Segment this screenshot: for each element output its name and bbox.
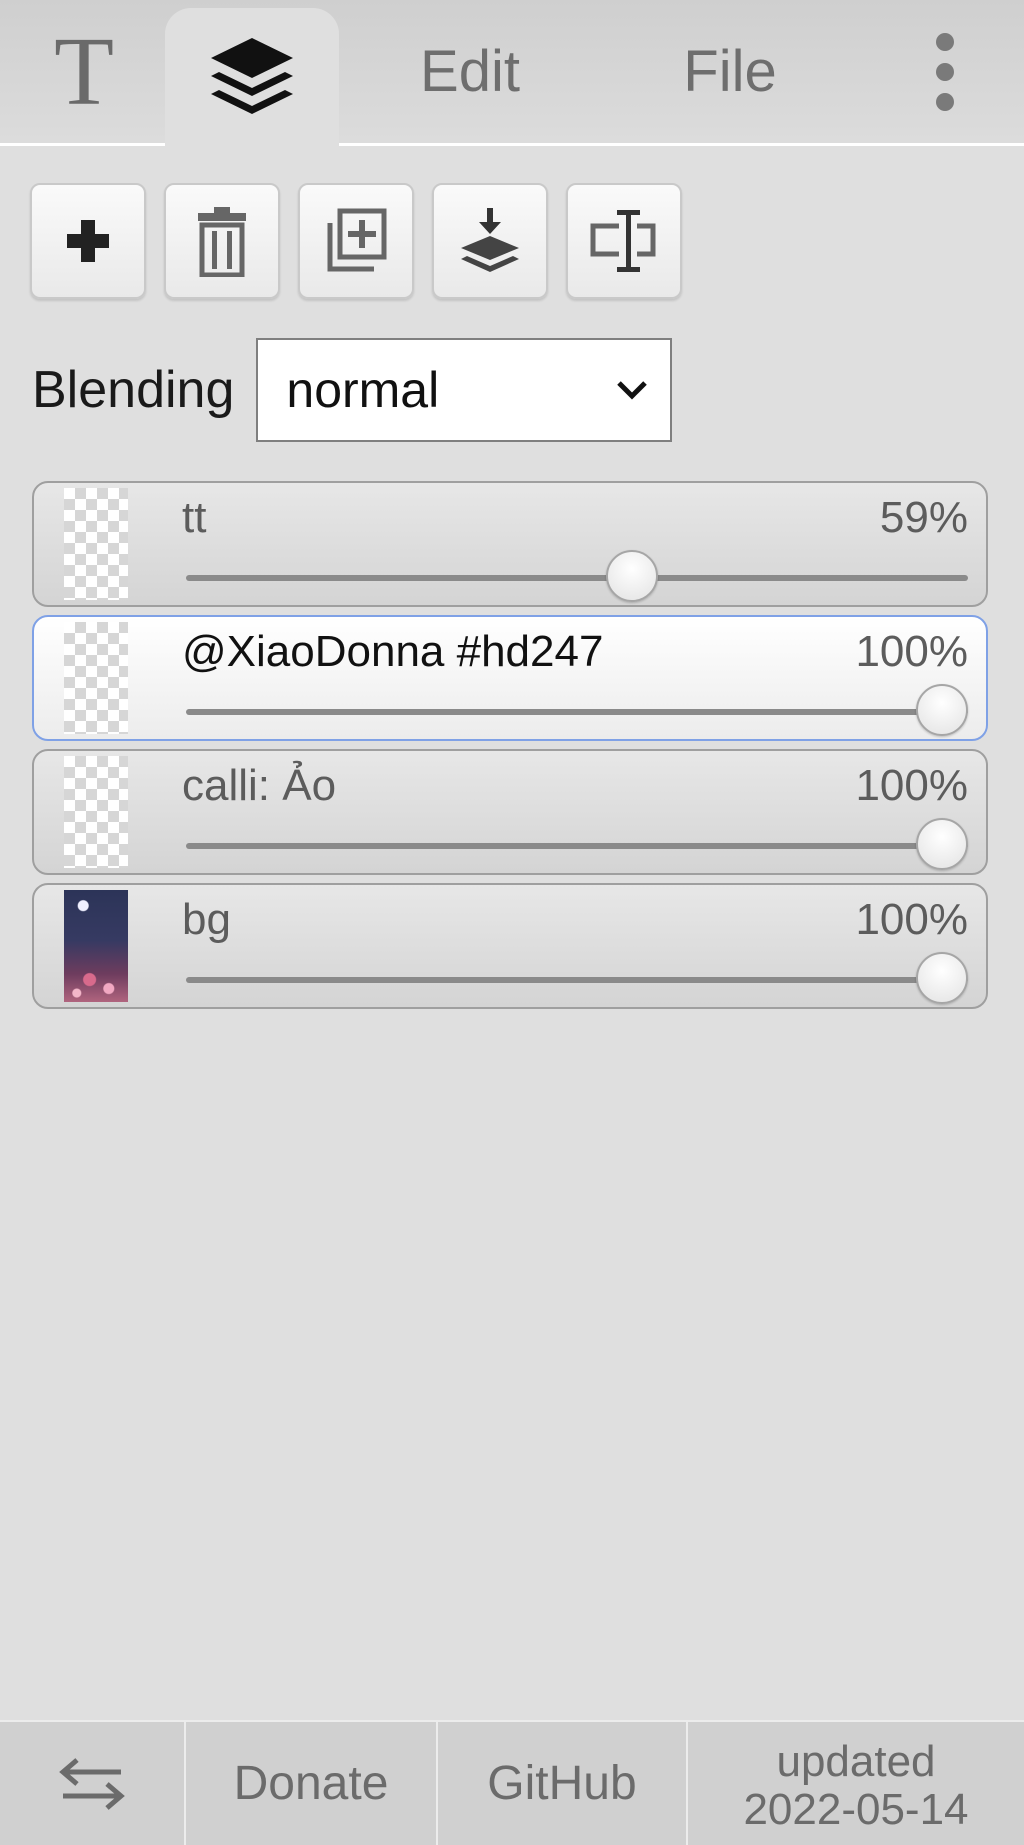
updated-info: updated 2022-05-14 bbox=[688, 1722, 1024, 1845]
merge-down-button[interactable] bbox=[432, 183, 548, 299]
slider-handle[interactable] bbox=[916, 952, 968, 1004]
updated-date: 2022-05-14 bbox=[743, 1784, 969, 1834]
text-tool-icon: T bbox=[54, 17, 114, 126]
layer-row[interactable]: calli: Ảo 100% bbox=[32, 749, 988, 875]
rename-layer-button[interactable] bbox=[566, 183, 682, 299]
tab-text[interactable]: T bbox=[22, 0, 146, 143]
swap-panel-button[interactable] bbox=[0, 1722, 186, 1845]
layer-name: calli: Ảo bbox=[182, 761, 337, 810]
donate-link[interactable]: Donate bbox=[186, 1722, 438, 1845]
layer-list: tt 59% @XiaoDonna #hd247 100% calli: Ảo … bbox=[32, 481, 988, 1017]
layer-thumbnail bbox=[64, 890, 128, 1002]
delete-layer-button[interactable] bbox=[164, 183, 280, 299]
layer-name: bg bbox=[182, 895, 231, 944]
tab-file[interactable]: File bbox=[660, 0, 800, 143]
donate-label: Donate bbox=[233, 1757, 389, 1810]
more-vertical-icon bbox=[936, 32, 954, 111]
layers-icon bbox=[211, 38, 293, 114]
layer-name: tt bbox=[182, 493, 207, 542]
duplicate-layer-button[interactable] bbox=[298, 183, 414, 299]
layer-name: @XiaoDonna #hd247 bbox=[182, 627, 604, 676]
layer-thumbnail bbox=[64, 622, 128, 734]
tab-edit-label: Edit bbox=[420, 39, 520, 104]
opacity-slider[interactable] bbox=[186, 684, 968, 736]
opacity-slider[interactable] bbox=[186, 550, 968, 602]
updated-label: updated bbox=[776, 1736, 936, 1786]
more-menu-button[interactable] bbox=[910, 0, 980, 143]
layer-opacity-value: 100% bbox=[855, 761, 968, 810]
blending-label: Blending bbox=[32, 361, 235, 419]
merge-down-icon bbox=[461, 208, 519, 272]
tab-layers[interactable] bbox=[165, 8, 339, 146]
swap-arrows-icon bbox=[59, 1757, 125, 1810]
slider-handle[interactable] bbox=[916, 818, 968, 870]
delete-layer-icon bbox=[198, 207, 246, 277]
github-label: GitHub bbox=[487, 1757, 637, 1810]
slider-handle[interactable] bbox=[606, 550, 659, 602]
layer-row[interactable]: @XiaoDonna #hd247 100% bbox=[32, 615, 988, 741]
blending-selected-value: normal bbox=[286, 362, 440, 418]
chevron-down-icon bbox=[617, 381, 648, 400]
blending-row: Blending normal bbox=[32, 338, 673, 442]
duplicate-layer-icon bbox=[327, 208, 387, 272]
add-layer-button[interactable] bbox=[30, 183, 146, 299]
slider-track bbox=[186, 843, 968, 849]
tab-file-label: File bbox=[683, 39, 777, 104]
tab-bar: T Edit File bbox=[0, 0, 1024, 146]
layer-thumbnail bbox=[64, 756, 128, 868]
layer-thumbnail bbox=[64, 488, 128, 600]
layer-opacity-value: 100% bbox=[855, 627, 968, 676]
slider-track bbox=[186, 709, 968, 715]
slider-handle[interactable] bbox=[916, 684, 968, 736]
layer-row[interactable]: tt 59% bbox=[32, 481, 988, 607]
blending-select[interactable]: normal bbox=[256, 338, 673, 442]
layer-opacity-value: 100% bbox=[855, 895, 968, 944]
tab-edit[interactable]: Edit bbox=[400, 0, 540, 143]
footer-bar: Donate GitHub updated 2022-05-14 bbox=[0, 1720, 1024, 1845]
layer-row[interactable]: bg 100% bbox=[32, 883, 988, 1009]
slider-track bbox=[186, 977, 968, 983]
opacity-slider[interactable] bbox=[186, 818, 968, 870]
add-layer-icon bbox=[67, 220, 109, 262]
rename-layer-icon bbox=[590, 210, 656, 272]
layer-toolbar bbox=[30, 183, 682, 299]
github-link[interactable]: GitHub bbox=[438, 1722, 688, 1845]
layer-opacity-value: 59% bbox=[879, 493, 968, 542]
slider-track bbox=[186, 575, 968, 581]
opacity-slider[interactable] bbox=[186, 952, 968, 1004]
